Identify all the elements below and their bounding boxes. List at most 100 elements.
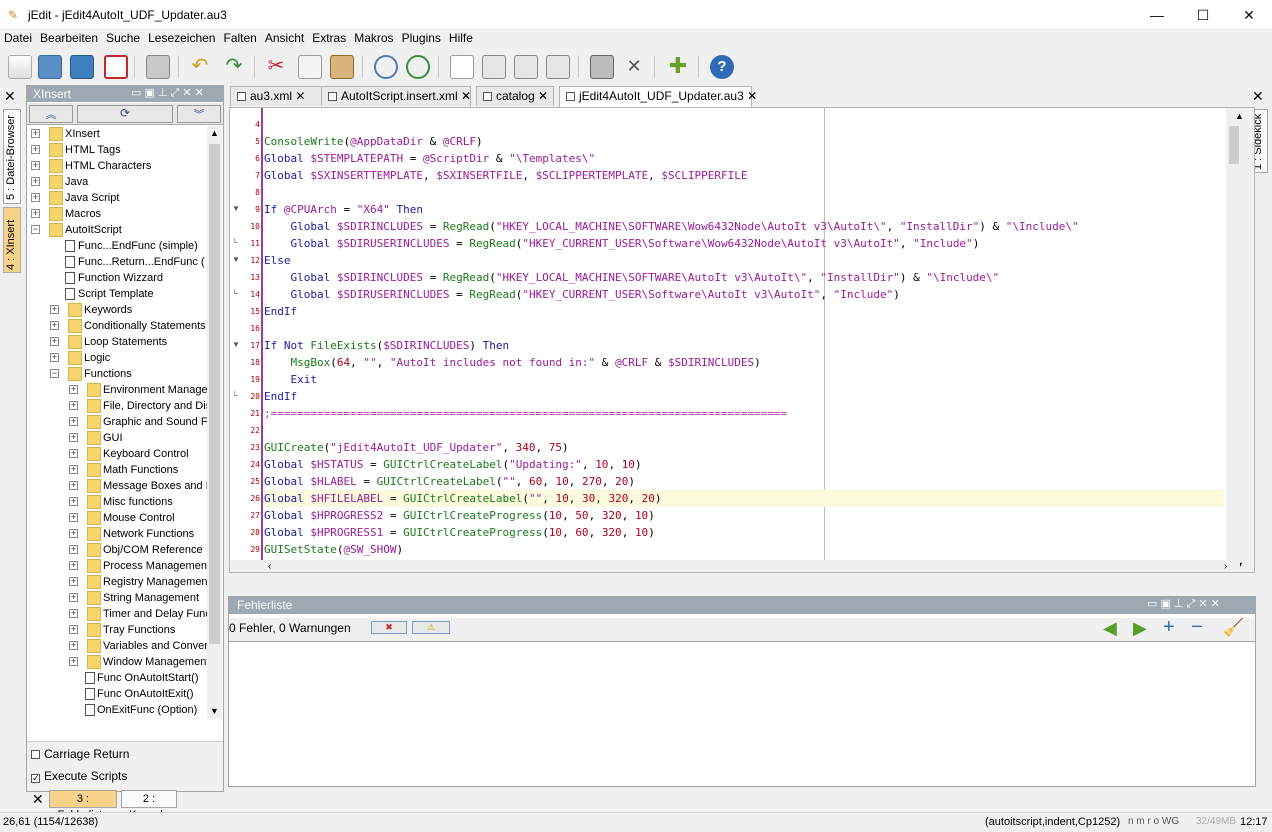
code-line[interactable]: MsgBox(64, "", "AutoIt includes not foun… bbox=[264, 354, 1224, 371]
tree-item[interactable]: + Mouse Control bbox=[27, 510, 207, 526]
split-vertical-icon[interactable] bbox=[546, 55, 570, 79]
undo-icon[interactable]: ↶ bbox=[188, 55, 212, 79]
execute-scripts-checkbox[interactable]: ✓ bbox=[31, 774, 40, 783]
tree-item[interactable]: + Process Management bbox=[27, 558, 207, 574]
expand-node-icon[interactable]: + bbox=[31, 177, 40, 186]
close-file-icon[interactable] bbox=[104, 55, 128, 79]
code-line[interactable]: If @CPUArch = "X64" Then bbox=[264, 201, 1224, 218]
tab-catalog[interactable]: catalog ✕ bbox=[476, 86, 554, 106]
code-line[interactable]: Global $SDIRUSERINCLUDES = RegRead("HKEY… bbox=[264, 286, 1224, 303]
expand-node-icon[interactable]: + bbox=[50, 305, 59, 314]
expand-node-icon[interactable]: + bbox=[69, 417, 78, 426]
menu-datei[interactable]: Datei bbox=[0, 30, 36, 45]
expand-node-icon[interactable]: + bbox=[31, 161, 40, 170]
code-line[interactable]: Global $HPROGRESS1 = GUICtrlCreateProgre… bbox=[264, 524, 1224, 541]
buffer-mode[interactable]: (autoitscript,indent,Cp1252) bbox=[985, 816, 1120, 828]
menu-ansicht[interactable]: Ansicht bbox=[261, 30, 308, 45]
tree-item[interactable]: + Java bbox=[27, 174, 207, 190]
tree-item[interactable]: + Variables and Conver bbox=[27, 638, 207, 654]
code-line[interactable]: Global $SDIRINCLUDES = RegRead("HKEY_LOC… bbox=[264, 269, 1224, 286]
collapse-node-icon[interactable]: − bbox=[50, 369, 59, 378]
save-file-icon[interactable] bbox=[70, 55, 94, 79]
caret-position[interactable]: 26,61 (1154/12638) bbox=[3, 816, 98, 828]
scroll-right-icon[interactable]: › bbox=[1224, 561, 1227, 572]
carriage-return-option[interactable]: Carriage Return bbox=[31, 747, 129, 761]
tab-fehlerliste[interactable]: 3 : Fehlerliste bbox=[49, 790, 117, 821]
new-file-icon[interactable] bbox=[8, 55, 32, 79]
code-line[interactable]: Global $STEMPLATEPATH = @ScriptDir & "\T… bbox=[264, 150, 1224, 167]
tab-xinsert[interactable]: 4 : XInsert bbox=[3, 207, 21, 273]
collapse-up-icon[interactable]: ︽ bbox=[29, 105, 73, 123]
tree-item[interactable]: + Conditionally Statements bbox=[27, 318, 207, 334]
menu-bearbeiten[interactable]: Bearbeiten bbox=[36, 30, 102, 45]
print-icon[interactable] bbox=[146, 55, 170, 79]
next-error-icon[interactable]: ▶ bbox=[1133, 618, 1147, 639]
collapse-node-icon[interactable]: − bbox=[31, 225, 40, 234]
expand-node-icon[interactable]: + bbox=[69, 385, 78, 394]
code-line[interactable]: GUICreate("jEdit4AutoIt_UDF_Updater", 34… bbox=[264, 439, 1224, 456]
code-area[interactable]: ConsoleWrite(@AppDataDir & @CRLF) Global … bbox=[230, 108, 1226, 572]
minimize-button[interactable]: — bbox=[1134, 0, 1180, 30]
tree-item[interactable]: + String Management bbox=[27, 590, 207, 606]
tab-au3-xml[interactable]: au3.xml ✕ bbox=[230, 86, 322, 106]
expand-node-icon[interactable]: + bbox=[50, 353, 59, 362]
tree-item[interactable]: OnExitFunc (Option) bbox=[27, 702, 207, 718]
expand-node-icon[interactable]: + bbox=[69, 513, 78, 522]
menu-suche[interactable]: Suche bbox=[102, 30, 144, 45]
tree-item[interactable]: Script Template bbox=[27, 286, 207, 302]
expand-node-icon[interactable]: + bbox=[69, 545, 78, 554]
tab-close-icon[interactable]: ✕ bbox=[295, 89, 305, 103]
tree-item[interactable]: + XInsert bbox=[27, 126, 207, 142]
expand-node-icon[interactable]: + bbox=[69, 657, 78, 666]
expand-node-icon[interactable]: + bbox=[50, 337, 59, 346]
tree-item[interactable]: + Network Functions bbox=[27, 526, 207, 542]
close-button[interactable]: ✕ bbox=[1226, 0, 1272, 30]
tab-close-icon[interactable]: ✕ bbox=[538, 89, 548, 103]
tree-item[interactable]: + Loop Statements bbox=[27, 334, 207, 350]
tree-item[interactable]: + Keyboard Control bbox=[27, 446, 207, 462]
unsplit-icon[interactable] bbox=[482, 55, 506, 79]
code-line[interactable]: Global $HLABEL = GUICtrlCreateLabel("", … bbox=[264, 473, 1224, 490]
error-list-content[interactable] bbox=[229, 643, 1255, 786]
buffer-options-icon[interactable] bbox=[590, 55, 614, 79]
expand-node-icon[interactable]: + bbox=[69, 401, 78, 410]
expand-node-icon[interactable]: + bbox=[69, 497, 78, 506]
tab-close-icon[interactable]: ✕ bbox=[747, 89, 757, 103]
expand-all-icon[interactable]: + bbox=[1163, 616, 1175, 639]
text-editor[interactable]: 4 5 6 7 8 9 ▼ 10 11 └ 12 ▼ 13 14 └ 15 16 17 ▼ 18 19 20 └ 21 22 23… bbox=[229, 107, 1255, 573]
cut-icon[interactable]: ✂ bbox=[264, 55, 288, 79]
tree-item[interactable]: Function Wizzard bbox=[27, 270, 207, 286]
find-icon[interactable] bbox=[374, 55, 398, 79]
plugin-manager-icon[interactable]: ✚ bbox=[666, 55, 690, 79]
expand-node-icon[interactable]: + bbox=[69, 433, 78, 442]
expand-node-icon[interactable]: + bbox=[69, 577, 78, 586]
refresh-icon[interactable]: ⟳ bbox=[77, 105, 173, 123]
tab-datei-browser[interactable]: 5 : Datei-Browser bbox=[3, 109, 21, 204]
code-line[interactable]: EndIf bbox=[264, 303, 1224, 320]
tree-item[interactable]: + File, Directory and Dis bbox=[27, 398, 207, 414]
code-line[interactable]: Global $SDIRUSERINCLUDES = RegRead("HKEY… bbox=[264, 235, 1224, 252]
tree-item[interactable]: + Window Management bbox=[27, 654, 207, 670]
tree-item[interactable]: + Registry Management bbox=[27, 574, 207, 590]
copy-icon[interactable] bbox=[298, 55, 322, 79]
clear-errors-icon[interactable]: 🧹 bbox=[1223, 618, 1244, 638]
find-next-icon[interactable] bbox=[406, 55, 430, 79]
panel-window-controls-icon[interactable]: ▭ ▣ ⊥ ⤢ ✕ ✕ bbox=[131, 86, 204, 100]
expand-down-icon[interactable]: ︾ bbox=[177, 105, 221, 123]
tree-item[interactable]: + Timer and Delay Func bbox=[27, 606, 207, 622]
tree-item[interactable]: + Obj/COM Reference bbox=[27, 542, 207, 558]
new-view-icon[interactable] bbox=[450, 55, 474, 79]
code-line[interactable]: Exit bbox=[264, 371, 1224, 388]
collapse-all-icon[interactable]: − bbox=[1191, 616, 1203, 639]
global-options-icon[interactable]: ✕ bbox=[622, 55, 646, 79]
tree-item[interactable]: + Message Boxes and D bbox=[27, 478, 207, 494]
paste-icon[interactable] bbox=[330, 55, 354, 79]
menu-makros[interactable]: Makros bbox=[350, 30, 397, 45]
tree-item[interactable]: + Graphic and Sound Fu bbox=[27, 414, 207, 430]
scroll-thumb[interactable] bbox=[1229, 126, 1239, 164]
tree-item[interactable]: − Functions bbox=[27, 366, 207, 382]
tree-scrollbar[interactable]: ▲ ▼ bbox=[207, 126, 222, 719]
tree-item[interactable]: + GUI bbox=[27, 430, 207, 446]
expand-node-icon[interactable]: + bbox=[50, 321, 59, 330]
scroll-left-icon[interactable]: ‹ bbox=[268, 561, 271, 572]
